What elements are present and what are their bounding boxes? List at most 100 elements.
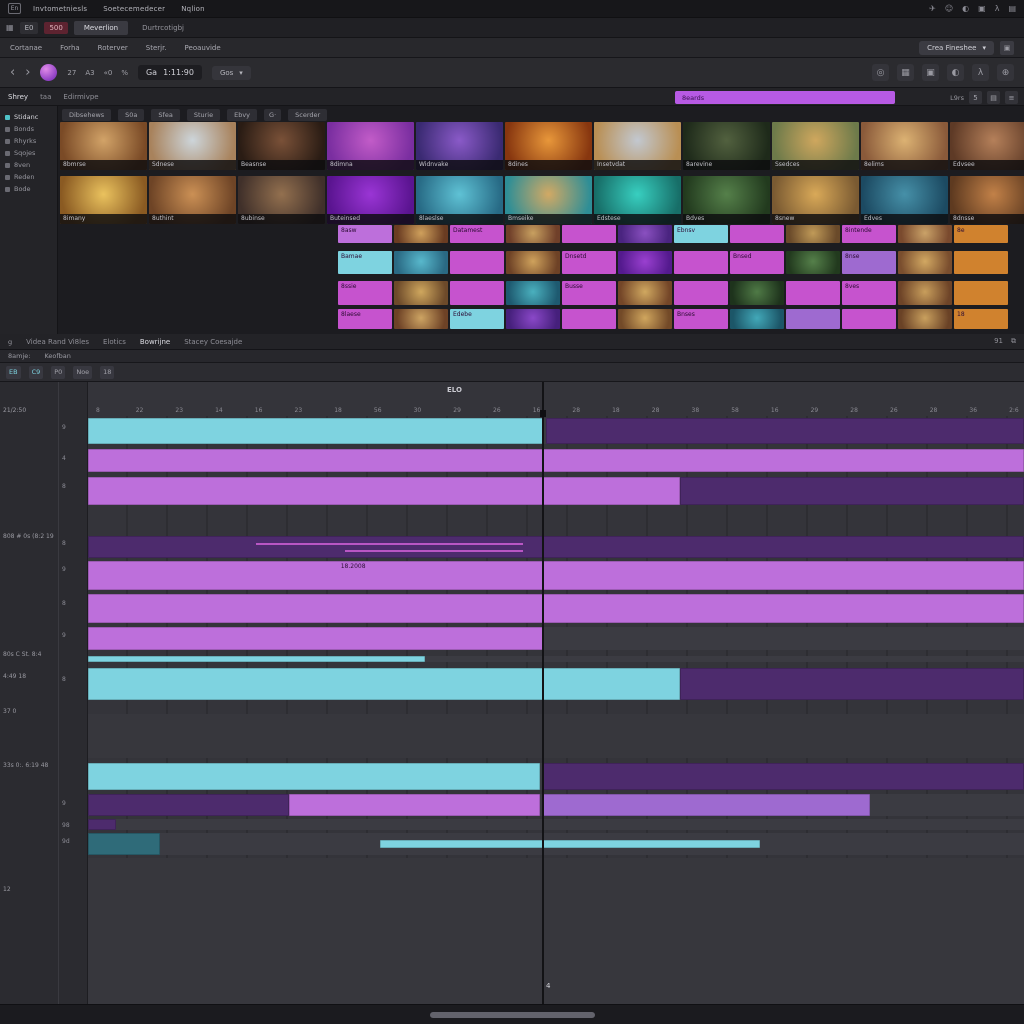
filter-chip[interactable]: S0a: [118, 109, 144, 121]
filmstrip-clip[interactable]: 8intende: [842, 225, 896, 243]
create-button[interactable]: Crea Fineshee ▾: [919, 41, 994, 55]
filmstrip-clip[interactable]: [674, 281, 728, 305]
media-tab[interactable]: taa: [40, 93, 51, 101]
timeline-clip[interactable]: [88, 668, 680, 700]
timeline-tab[interactable]: Videa Rand Vi8les: [26, 338, 89, 346]
timeline-clip[interactable]: [88, 536, 1024, 558]
filmstrip-thumbnail[interactable]: [618, 251, 672, 274]
filmstrip-thumbnail[interactable]: [730, 281, 784, 305]
filmstrip-clip[interactable]: 18: [954, 309, 1008, 329]
filmstrip-thumbnail[interactable]: [394, 225, 448, 243]
timeline-tool-button[interactable]: 18: [100, 366, 114, 379]
sidebar-bin-item[interactable]: Rhyrks: [0, 135, 57, 147]
timeline-clip[interactable]: [88, 594, 1024, 623]
filmstrip-clip[interactable]: [954, 281, 1008, 305]
filmstrip-thumbnail[interactable]: [618, 309, 672, 329]
toolbar-item[interactable]: Peoauvide: [185, 44, 221, 52]
filmstrip-clip[interactable]: 8e: [954, 225, 1008, 243]
horizontal-scrollbar[interactable]: [430, 1012, 595, 1018]
filmstrip-clip[interactable]: Bamae: [338, 251, 392, 274]
timeline-tab[interactable]: Stacey Coesajde: [184, 338, 242, 346]
corner-panel-icon[interactable]: ▣: [1000, 41, 1014, 55]
toolbar-item[interactable]: Forha: [60, 44, 80, 52]
filter-chip[interactable]: Ebvy: [227, 109, 257, 121]
timeline-clip[interactable]: [88, 627, 543, 650]
timeline-tab-icon[interactable]: g: [8, 338, 12, 346]
filmstrip-clip[interactable]: [562, 225, 616, 243]
forward-button[interactable]: ›: [25, 66, 30, 79]
toolbar-item[interactable]: Sterjr.: [146, 44, 167, 52]
filmstrip-clip[interactable]: Bnses: [674, 309, 728, 329]
timeline-tab[interactable]: Bowrijne: [140, 338, 170, 346]
media-thumbnail[interactable]: 8ubinse: [238, 176, 325, 224]
avatar[interactable]: [40, 64, 57, 81]
sidebar-bin-item[interactable]: 8ven: [0, 159, 57, 171]
menu-item[interactable]: Invtometniesls: [33, 5, 87, 13]
filmstrip-thumbnail[interactable]: [618, 281, 672, 305]
back-button[interactable]: ‹: [10, 66, 15, 79]
filter-chip[interactable]: Sfea: [151, 109, 179, 121]
toolbar-item[interactable]: Cortanae: [10, 44, 42, 52]
filmstrip-thumbnail[interactable]: [506, 251, 560, 274]
filmstrip-thumbnail[interactable]: [898, 251, 952, 274]
timeline-tab-badge[interactable]: ⧉: [1011, 337, 1016, 346]
sidebar-bin-item[interactable]: Reden: [0, 171, 57, 183]
timeline-clip[interactable]: [88, 819, 116, 830]
timeline-clip[interactable]: [88, 449, 1024, 472]
target-icon[interactable]: ◎: [872, 64, 889, 81]
filmstrip-thumbnail[interactable]: [730, 309, 784, 329]
filter-chip[interactable]: Sturie: [187, 109, 220, 121]
sidebar-bin-item[interactable]: Bonds: [0, 123, 57, 135]
filmstrip-clip[interactable]: Datamest: [450, 225, 504, 243]
sidebar-bin-item[interactable]: Sqojes: [0, 147, 57, 159]
filmstrip-clip[interactable]: [730, 225, 784, 243]
media-tab[interactable]: Edirmivpe: [63, 93, 98, 101]
filmstrip-thumbnail[interactable]: [618, 225, 672, 243]
media-thumbnail[interactable]: 8bmrse: [60, 122, 147, 170]
menu-item[interactable]: Soetecemedecer: [103, 5, 165, 13]
grid-icon[interactable]: ▤: [1008, 4, 1016, 13]
filmstrip-clip[interactable]: Edebe: [450, 309, 504, 329]
filmstrip-thumbnail[interactable]: [506, 309, 560, 329]
timeline-clip[interactable]: [88, 477, 680, 505]
filmstrip-clip[interactable]: 8laese: [338, 309, 392, 329]
filmstrip-clip[interactable]: [450, 251, 504, 274]
clock-icon[interactable]: ◐: [947, 64, 964, 81]
filmstrip-thumbnail[interactable]: [898, 225, 952, 243]
resolution-dropdown[interactable]: Gos ▾: [212, 66, 251, 80]
timeline-tab[interactable]: Elotics: [103, 338, 126, 346]
graph-icon[interactable]: λ: [972, 64, 989, 81]
filmstrip-clip[interactable]: [674, 251, 728, 274]
sidebar-bin-item[interactable]: Bode: [0, 183, 57, 195]
filmstrip-clip[interactable]: [786, 309, 840, 329]
filmstrip-clip[interactable]: 8asw: [338, 225, 392, 243]
filmstrip-thumbnail[interactable]: [394, 309, 448, 329]
globe-icon[interactable]: ⊕: [997, 64, 1014, 81]
filter-chip[interactable]: Dibsehews: [62, 109, 111, 121]
timeline-clip[interactable]: [680, 477, 1024, 505]
filmstrip-clip[interactable]: [450, 281, 504, 305]
timeline-clip[interactable]: [88, 656, 425, 662]
timeline-clip[interactable]: [289, 794, 540, 816]
lambda-icon[interactable]: λ: [995, 4, 1000, 13]
panel-icon[interactable]: ▣: [978, 4, 986, 13]
smiley-icon[interactable]: ☺: [945, 4, 953, 13]
timeline-clip[interactable]: [88, 763, 540, 790]
timeline-clip[interactable]: [546, 418, 1024, 444]
filmstrip-clip[interactable]: Bnsed: [730, 251, 784, 274]
filmstrip-clip[interactable]: [954, 251, 1008, 274]
filmstrip-thumbnail[interactable]: [898, 281, 952, 305]
panel-icon[interactable]: ▣: [922, 64, 939, 81]
media-thumbnail[interactable]: Beasnse: [238, 122, 325, 170]
timeline-tool-button[interactable]: EB: [6, 366, 21, 379]
filmstrip-thumbnail[interactable]: [506, 281, 560, 305]
project-tab[interactable]: Durtrcotigbj: [132, 21, 194, 35]
project-badge[interactable]: E0: [20, 22, 39, 34]
timeline-clip[interactable]: [88, 794, 289, 816]
filmstrip-thumbnail[interactable]: [786, 251, 840, 274]
timeline-tab-badge[interactable]: 91: [994, 337, 1003, 346]
clock-icon[interactable]: ◐: [962, 4, 969, 13]
playhead[interactable]: 4: [542, 382, 544, 1004]
grid-icon[interactable]: ▦: [897, 64, 914, 81]
filmstrip-clip[interactable]: Dnsetd: [562, 251, 616, 274]
